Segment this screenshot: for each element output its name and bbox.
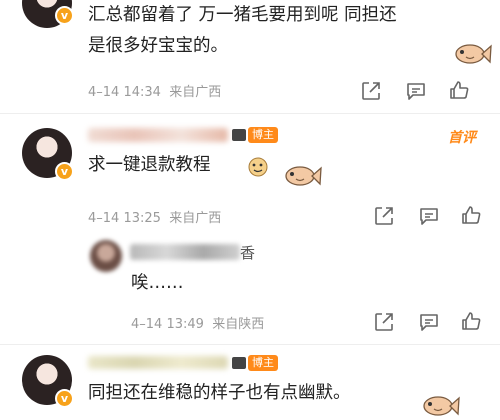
username-suffix: 香 — [240, 244, 256, 262]
username[interactable] — [130, 244, 240, 260]
comment-meta: 4–14 14:34 来自广西 — [88, 81, 221, 100]
like-icon[interactable] — [448, 79, 470, 101]
emoji-icon — [248, 157, 268, 177]
like-icon[interactable] — [460, 204, 482, 226]
comment-icon[interactable] — [405, 80, 427, 102]
username[interactable] — [88, 356, 228, 369]
verified-badge-icon: v — [55, 6, 74, 25]
author-badge-label: 博主 — [248, 355, 278, 371]
comment-location: 来自广西 — [169, 211, 222, 226]
comment-location: 来自广西 — [169, 85, 222, 100]
author-badge: 博主 — [232, 127, 278, 143]
comment-text: 求一键退款教程 — [88, 155, 211, 175]
comment-text: 唉…… — [131, 273, 184, 293]
divider — [0, 113, 500, 114]
comment-time: 4–14 13:25 — [88, 211, 161, 226]
verified-badge-icon: v — [55, 162, 74, 181]
divider — [0, 344, 500, 345]
share-icon[interactable] — [373, 205, 395, 227]
comment-text: 同担还在维稳的样子也有点幽默。 — [88, 383, 351, 403]
avatar[interactable] — [90, 240, 122, 272]
comment-icon[interactable] — [418, 205, 440, 227]
comment-time: 4–14 14:34 — [88, 85, 161, 100]
share-icon[interactable] — [360, 80, 382, 102]
fish-sticker-icon — [285, 166, 322, 186]
comment-location: 来自陕西 — [212, 317, 265, 332]
author-badge: 博主 — [232, 355, 278, 371]
username[interactable] — [88, 128, 228, 142]
pinned-label: 首评 — [448, 130, 476, 146]
verified-badge-icon: v — [55, 389, 74, 408]
fish-sticker-icon — [423, 396, 460, 416]
fish-sticker-icon — [455, 44, 492, 64]
comment-meta: 4–14 13:25 来自广西 — [88, 207, 221, 226]
comment-text: 是很多好宝宝的。 — [88, 36, 228, 56]
share-icon[interactable] — [373, 311, 395, 333]
comment-text: 汇总都留着了 万一猪毛要用到呢 同担还 — [88, 5, 397, 25]
like-icon[interactable] — [460, 310, 482, 332]
comment-time: 4–14 13:49 — [131, 317, 204, 332]
comment-meta: 4–14 13:49 来自陕西 — [131, 313, 264, 332]
comment-icon[interactable] — [418, 311, 440, 333]
author-badge-label: 博主 — [248, 127, 278, 143]
